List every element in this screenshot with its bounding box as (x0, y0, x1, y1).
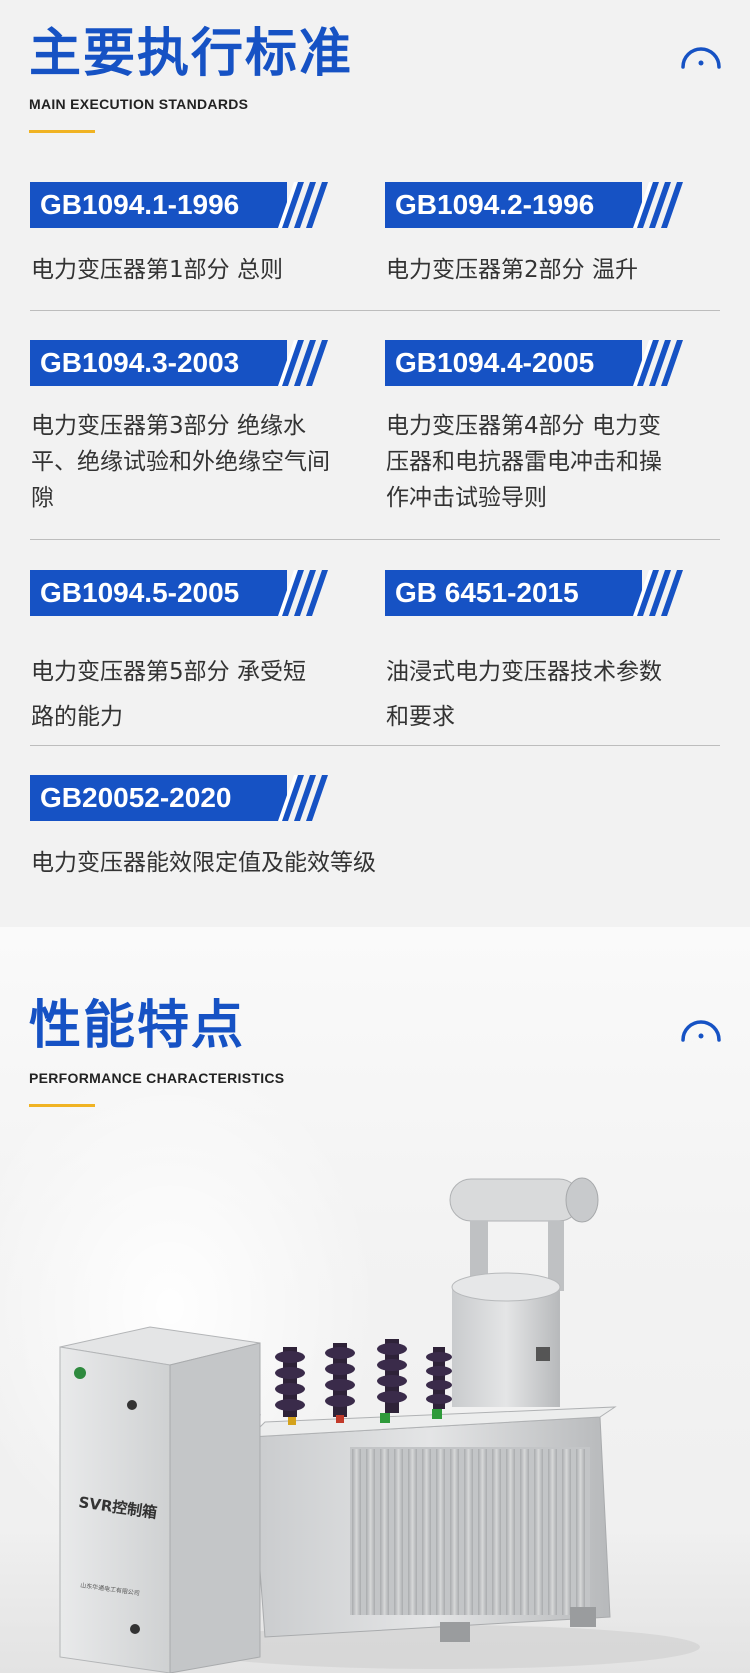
standard-description-line: 路的能力 (31, 704, 123, 730)
standard-description-line: 电力变压器第4部分 电力变 (386, 413, 661, 439)
section-underline (29, 130, 95, 133)
standard-description-line: 电力变压器第3部分 绝缘水 (31, 413, 306, 439)
standard-description: 电力变压器第1部分 总则 (31, 257, 283, 283)
transformer-product-image: SVR控制箱 山东华通电工有限公司 (59, 1177, 700, 1673)
standard-description: 电力变压器第2部分 温升 (386, 257, 638, 283)
standard-description-line: 油浸式电力变压器技术参数 (386, 659, 662, 685)
standard-code: GB20052-2020 (30, 775, 287, 821)
divider (30, 745, 720, 746)
section-subtitle: PERFORMANCE CHARACTERISTICS (29, 1070, 285, 1086)
standard-description: 电力变压器能效限定值及能效等级 (31, 850, 376, 876)
section-underline (29, 1104, 95, 1107)
performance-section: 性能特点 PERFORMANCE CHARACTERISTICS SVR控制箱 … (0, 927, 750, 1673)
section-title: 主要执行标准 (29, 24, 354, 84)
stripes-icon (278, 775, 328, 821)
stripes-icon (633, 340, 683, 386)
standard-code: GB1094.2-1996 (385, 182, 642, 228)
arc-dot-icon (681, 47, 721, 69)
divider (30, 539, 720, 540)
standard-description-line: 压器和电抗器雷电冲击和操 (386, 449, 662, 475)
arc-dot-icon (681, 1020, 721, 1042)
radiator-fins (350, 1447, 590, 1615)
standard-description-line: 电力变压器第5部分 承受短 (31, 659, 306, 685)
stripes-icon (278, 340, 328, 386)
standard-code: GB 6451-2015 (385, 570, 642, 616)
standard-code: GB1094.4-2005 (385, 340, 642, 386)
stripes-icon (278, 570, 328, 616)
section-subtitle: MAIN EXECUTION STANDARDS (29, 96, 249, 112)
standard-description-line: 和要求 (386, 704, 455, 730)
standard-description-line: 隙 (31, 485, 54, 511)
standard-description-line: 平、绝缘试验和外绝缘空气间 (31, 449, 330, 475)
standards-section: 主要执行标准 MAIN EXECUTION STANDARDS GB1094.1… (0, 0, 750, 927)
stripes-icon (278, 182, 328, 228)
standard-code: GB1094.3-2003 (30, 340, 287, 386)
standard-description-line: 作冲击试验导则 (386, 485, 547, 511)
standard-code: GB1094.5-2005 (30, 570, 287, 616)
svr-control-cabinet: SVR控制箱 山东华通电工有限公司 (59, 1326, 261, 1673)
section-title: 性能特点 (29, 996, 246, 1056)
stripes-icon (633, 570, 683, 616)
divider (30, 310, 720, 311)
standard-code: GB1094.1-1996 (30, 182, 287, 228)
stripes-icon (633, 182, 683, 228)
